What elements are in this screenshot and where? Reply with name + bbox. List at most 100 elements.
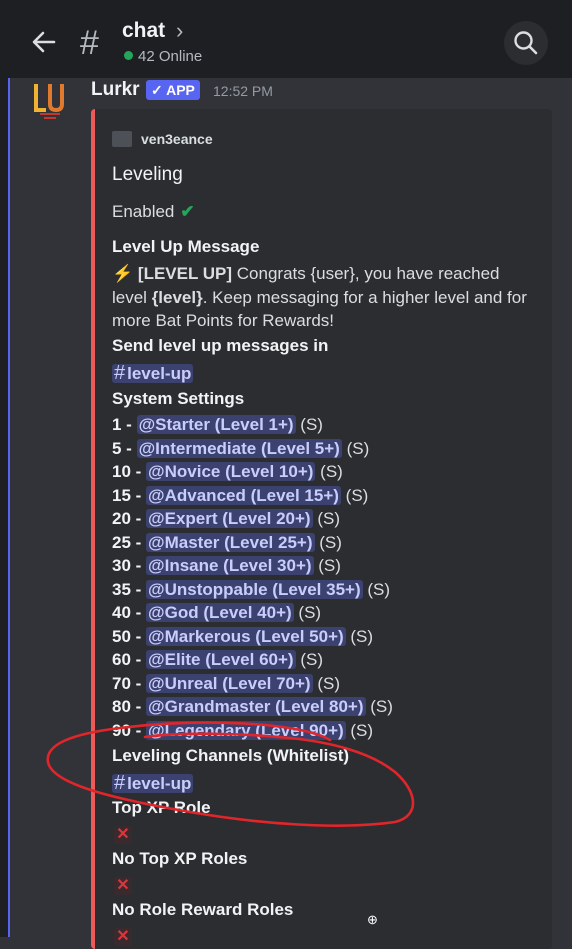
role-suffix: (S)	[314, 532, 342, 552]
field-send-in-title: Send level up messages in	[112, 336, 329, 355]
role-mention[interactable]: @Starter (Level 1+)	[136, 415, 296, 434]
message-author[interactable]: Lurkr	[91, 79, 140, 101]
enabled-status: Enabled ✔	[112, 202, 195, 222]
role-suffix: (S)	[362, 579, 391, 599]
back-arrow-icon[interactable]	[30, 28, 58, 56]
search-icon	[514, 31, 538, 55]
role-row: 20 - @Expert (Level 20+) (S)	[112, 509, 340, 529]
role-level-label: 50 -	[112, 626, 147, 646]
role-mention[interactable]: @Grandmaster (Level 80+)	[146, 697, 366, 716]
role-row: 60 - @Elite (Level 60+) (S)	[112, 650, 323, 670]
role-suffix: (S)	[293, 603, 322, 622]
whitelist-channel-line: # level-up	[112, 772, 194, 795]
role-mention[interactable]: @Markerous (Level 50+)	[146, 626, 346, 646]
online-dot-icon	[124, 51, 133, 60]
role-row: 25 - @Master (Level 25+) (S)	[112, 532, 342, 553]
field-levelup-title: Level Up Message	[112, 237, 260, 256]
field-top-xp-title: Top XP Role	[112, 798, 211, 817]
cross-mark-icon: ✕	[114, 877, 132, 895]
embed-author[interactable]: ven3eance	[141, 131, 213, 147]
zoom-cursor-icon: ⊕	[367, 912, 378, 927]
levelup-text-1: Congrats {user}, you have reached	[232, 264, 500, 283]
embed-author-icon	[112, 131, 132, 147]
app-badge: ✓ APP	[146, 80, 200, 100]
field-no-top-xp-title: No Top XP Roles	[112, 849, 248, 868]
role-suffix: (S)	[295, 415, 323, 434]
role-mention[interactable]: @Elite (Level 60+)	[146, 650, 296, 669]
role-row: 10 - @Novice (Level 10+) (S)	[112, 462, 343, 482]
channel-hash-small-icon: #	[114, 362, 126, 384]
role-suffix: (S)	[313, 556, 341, 575]
role-row: 90 - @Legendary (Level 90+) (S)	[112, 720, 374, 741]
left-edge	[0, 78, 8, 937]
search-button[interactable]	[504, 21, 548, 65]
role-level-label: 1 -	[112, 415, 137, 434]
role-mention[interactable]: @Insane (Level 30+)	[146, 556, 314, 575]
role-row: 1 - @Starter (Level 1+) (S)	[112, 415, 323, 435]
lurkr-avatar[interactable]	[30, 80, 68, 122]
lightning-icon: ⚡	[112, 264, 134, 283]
role-level-label: 25 -	[112, 532, 147, 552]
role-mention[interactable]: @Master (Level 25+)	[146, 532, 315, 552]
role-row: 40 - @God (Level 40+) (S)	[112, 603, 321, 623]
role-level-label: 80 -	[112, 697, 147, 716]
online-text: 42 Online	[138, 48, 203, 65]
cross-mark-icon: ✕	[114, 826, 132, 844]
channel-mention-level-up[interactable]: # level-up	[112, 362, 194, 384]
role-suffix: (S)	[315, 462, 343, 481]
message-embed	[91, 109, 552, 949]
field-no-reward-title: No Role Reward Roles	[112, 900, 294, 919]
role-level-label: 5 -	[112, 438, 137, 458]
message-timestamp: 12:52 PM	[213, 83, 273, 99]
levelup-text-2c: . Keep messaging for a higher level and …	[202, 288, 527, 307]
levelup-line-1: ⚡ [LEVEL UP] Congrats {user}, you have r…	[112, 264, 500, 284]
role-mention[interactable]: @Intermediate (Level 5+)	[136, 438, 342, 458]
checkmark-icon: ✔	[180, 202, 195, 221]
whitelist-channel-mention[interactable]: # level-up	[112, 772, 194, 794]
role-mention[interactable]: @Unreal (Level 70+)	[146, 673, 313, 693]
role-row: 35 - @Unstoppable (Level 35+) (S)	[112, 579, 391, 600]
role-mention[interactable]: @Legendary (Level 90+)	[146, 720, 346, 740]
role-mention[interactable]: @Novice (Level 10+)	[146, 462, 316, 481]
role-level-label: 20 -	[112, 509, 147, 528]
role-level-label: 35 -	[112, 579, 147, 599]
role-row: 80 - @Grandmaster (Level 80+) (S)	[112, 697, 393, 717]
levelup-level-var: {level}	[151, 288, 203, 307]
channel-hash-icon: #	[80, 24, 99, 62]
levelup-text-2a: level	[112, 288, 152, 307]
role-row: 30 - @Insane (Level 30+) (S)	[112, 556, 341, 576]
role-suffix: (S)	[295, 650, 323, 669]
role-suffix: (S)	[365, 697, 393, 716]
top-bar: # chat › 42 Online	[0, 0, 572, 78]
role-row: 5 - @Intermediate (Level 5+) (S)	[112, 438, 370, 459]
field-system-settings-title: System Settings	[112, 389, 245, 408]
channel-hash-small-icon: #	[114, 772, 126, 794]
embed-title: Leveling	[112, 164, 183, 185]
role-level-label: 10 -	[112, 462, 147, 481]
mention-highlight-bar	[8, 78, 10, 937]
role-suffix: (S)	[345, 626, 374, 646]
cross-mark-icon: ✕	[114, 928, 132, 946]
role-mention[interactable]: @Advanced (Level 15+)	[146, 485, 341, 505]
online-count: 42 Online	[124, 48, 202, 65]
field-whitelist-title: Leveling Channels (Whitelist)	[112, 746, 350, 765]
chevron-right-icon[interactable]: ›	[176, 18, 183, 44]
role-row: 70 - @Unreal (Level 70+) (S)	[112, 673, 340, 694]
role-suffix: (S)	[345, 720, 374, 740]
levelup-head: [LEVEL UP]	[137, 264, 233, 283]
role-mention[interactable]: @God (Level 40+)	[146, 603, 294, 622]
levelup-line-3: more Bat Points for Rewards!	[112, 311, 335, 330]
role-level-label: 30 -	[112, 556, 147, 575]
role-suffix: (S)	[312, 673, 340, 693]
channel-mention-text: level-up	[127, 364, 192, 383]
role-suffix: (S)	[341, 438, 370, 458]
role-mention[interactable]: @Unstoppable (Level 35+)	[146, 579, 363, 599]
role-suffix: (S)	[340, 485, 369, 505]
role-level-label: 60 -	[112, 650, 147, 669]
role-mention[interactable]: @Expert (Level 20+)	[146, 509, 313, 528]
role-level-label: 15 -	[112, 485, 147, 505]
send-channel-line: # level-up	[112, 362, 194, 385]
role-suffix: (S)	[312, 509, 340, 528]
channel-name[interactable]: chat	[122, 19, 165, 43]
enabled-text: Enabled	[112, 202, 175, 221]
